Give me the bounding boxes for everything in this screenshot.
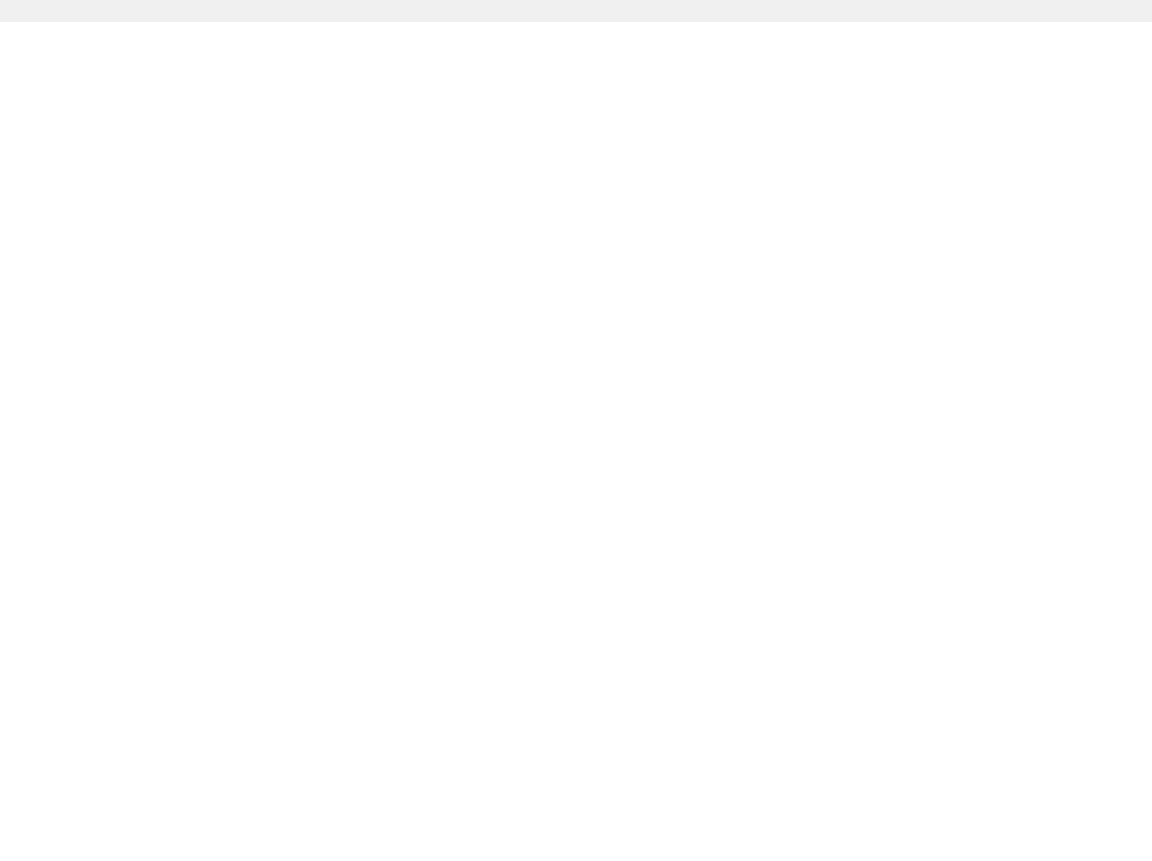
line-number (0, 2, 48, 20)
code-editor[interactable] (0, 0, 1152, 22)
gear-icon[interactable] (1072, 20, 1088, 36)
code-line[interactable] (48, 2, 1152, 20)
run-above-icon[interactable] (1096, 20, 1112, 36)
chunk-toolbar (1072, 20, 1136, 36)
fold-icon[interactable] (38, 3, 40, 18)
run-chunk-icon[interactable] (1120, 20, 1136, 36)
